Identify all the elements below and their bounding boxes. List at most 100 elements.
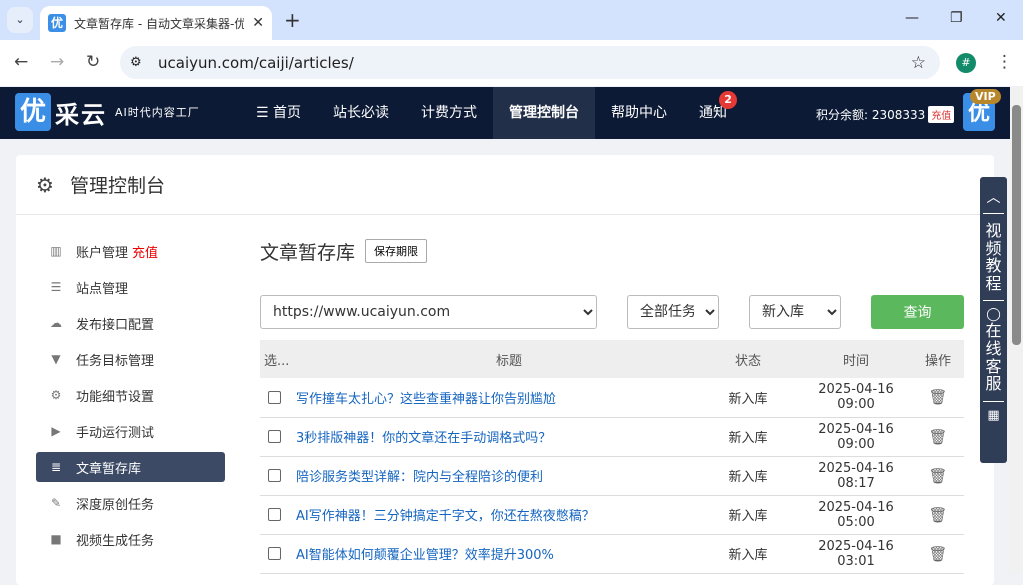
article-title-link[interactable]: 写作撞车太扎心？这些查重神器让你告别尴尬	[296, 392, 556, 407]
nav-console[interactable]: 管理控制台	[493, 87, 596, 139]
row-status: 新入库	[696, 495, 800, 535]
row-status: 新入库	[696, 456, 800, 496]
status-select[interactable]: 新入库	[749, 295, 841, 329]
article-title-link[interactable]: 3秒排版神器！你的文章还在手动调格式吗？	[296, 431, 551, 446]
trash-icon[interactable]: 🗑	[928, 388, 947, 406]
sidebar-item-original[interactable]: ✎ 深度原创任务	[36, 488, 225, 518]
trash-icon[interactable]: 🗑	[928, 545, 947, 563]
row-checkbox[interactable]	[268, 469, 281, 482]
col-select[interactable]: 选...	[260, 340, 296, 378]
row-checkbox[interactable]	[268, 547, 281, 560]
row-status: 新入库	[696, 534, 800, 574]
col-time: 时间	[800, 340, 912, 378]
browser-tab[interactable]: 优 文章暂存库 - 自动文章采集器-优 ✕	[40, 6, 272, 40]
row-time: 2025-04-16 05:00	[800, 495, 912, 535]
minimize-button[interactable]: —	[905, 10, 919, 26]
article-title-link[interactable]: AI智能体如何颠覆企业管理？效率提升300%	[296, 548, 554, 563]
table-row: 陪诊服务类型详解：院内与全程陪诊的便利 新入库 2025-04-16 08:17…	[260, 456, 964, 496]
sidebar-item-articles[interactable]: ≣ 文章暂存库	[36, 452, 225, 482]
scrollbar-thumb[interactable]	[1012, 105, 1021, 345]
balance: 积分余额: 2308333 充值	[816, 106, 955, 123]
sidebar-item-publish[interactable]: ☁ 发布接口配置	[36, 308, 225, 338]
scrollbar[interactable]	[1010, 87, 1023, 574]
logo-mark: 优	[15, 93, 51, 131]
play-circle-icon: ▶	[51, 424, 61, 438]
online-service-button[interactable]: ◯ 在线客服	[983, 300, 1004, 393]
forward-button[interactable]: →	[50, 52, 64, 72]
keep-period-button[interactable]: 保存期限	[365, 239, 428, 263]
nav-notify[interactable]: 通知 2	[683, 87, 743, 139]
table-row: AI写作神器！三分钟搞定千字文，你还在熬夜憋稿？ 新入库 2025-04-16 …	[260, 495, 964, 535]
row-checkbox[interactable]	[268, 508, 281, 521]
new-tab-button[interactable]: +	[284, 8, 301, 32]
address-bar-row: ← → ↻ ⚙ ucaiyun.com/caiji/articles/ ☆ # …	[0, 40, 1023, 86]
article-title-link[interactable]: AI写作神器！三分钟搞定千字文，你还在熬夜憋稿？	[296, 509, 595, 524]
close-tab-icon[interactable]: ✕	[252, 15, 264, 31]
row-status: 新入库	[696, 417, 800, 457]
server-icon: ☰	[50, 280, 62, 294]
reload-button[interactable]: ↻	[86, 52, 100, 72]
console-panel: ⚙ 管理控制台 ▥ 账户管理 充值 ☰ 站点管理 ☁ 发布接口配置 ▼ 任务目标管理 ⚙ 功能…	[16, 155, 994, 585]
query-button[interactable]: 查询	[871, 295, 964, 329]
tab-title: 文章暂存库 - 自动文章采集器-优	[74, 16, 245, 31]
chevron-up-icon[interactable]: ︿	[980, 177, 1007, 207]
nav-pricing[interactable]: 计费方式	[405, 87, 493, 139]
row-checkbox[interactable]	[268, 390, 281, 404]
favicon: 优	[48, 14, 66, 32]
cloud-upload-icon: ☁	[50, 316, 62, 330]
nav-must-read[interactable]: 站长必读	[317, 87, 405, 139]
browser-tab-bar: ⌄ 优 文章暂存库 - 自动文章采集器-优 ✕ + — ❐ ✕	[0, 0, 1023, 40]
floating-toolbar: ︿ 视频教程 ◯ 在线客服 ▦	[980, 177, 1007, 463]
row-time: 2025-04-16 09:00	[800, 378, 912, 418]
bar-chart-icon: ▥	[50, 244, 62, 258]
article-title-link[interactable]: 陪诊服务类型详解：院内与全程陪诊的便利	[296, 470, 543, 485]
trash-icon[interactable]: 🗑	[928, 428, 947, 446]
close-window-button[interactable]: ✕	[995, 10, 1007, 26]
gear-icon: ⚙	[36, 172, 54, 197]
logo-name: 采云	[55, 100, 107, 129]
recharge-link[interactable]: 充值	[132, 242, 158, 261]
maximize-button[interactable]: ❐	[950, 10, 963, 26]
site-select[interactable]: https://www.ucaiyun.com	[260, 295, 597, 329]
sidebar-item-test[interactable]: ▶ 手动运行测试	[36, 416, 225, 446]
site-header: 优 采云 AI时代内容工厂 ☰ 首页 站长必读 计费方式 管理控制台 帮助中心 …	[0, 87, 1010, 139]
vip-badge: VIP	[970, 89, 1001, 104]
trash-icon[interactable]: 🗑	[928, 467, 947, 485]
row-time: 2025-04-16 03:01	[800, 534, 912, 574]
articles-table: 选... 标题 状态 时间 操作 写作撞车太扎心？这些查重神器让你告别尴尬 新入…	[260, 340, 964, 574]
row-time: 2025-04-16 09:00	[800, 417, 912, 457]
col-action: 操作	[912, 340, 964, 378]
database-icon: ≣	[50, 460, 62, 474]
sidebar: ▥ 账户管理 充值 ☰ 站点管理 ☁ 发布接口配置 ▼ 任务目标管理 ⚙ 功能细节设置 ▶ 手…	[36, 236, 225, 560]
row-checkbox[interactable]	[268, 430, 281, 443]
video-icon: ■	[50, 532, 62, 546]
table-row: 写作撞车太扎心？这些查重神器让你告别尴尬 新入库 2025-04-16 09:0…	[260, 378, 964, 418]
bookmark-star-icon[interactable]: ☆	[911, 53, 926, 73]
qrcode-icon[interactable]: ▦	[983, 400, 1004, 423]
nav-home[interactable]: ☰ 首页	[240, 87, 317, 139]
slogan: AI时代内容工厂	[115, 106, 200, 119]
sidebar-item-video[interactable]: ■ 视频生成任务	[36, 524, 225, 554]
nav-help[interactable]: 帮助中心	[595, 87, 683, 139]
row-status: 新入库	[696, 378, 800, 418]
url-input[interactable]: ⚙ ucaiyun.com/caiji/articles/ ☆	[120, 46, 940, 79]
recharge-button[interactable]: 充值	[928, 106, 955, 123]
profile-avatar[interactable]: #	[956, 53, 976, 73]
url-text: ucaiyun.com/caiji/articles/	[158, 53, 354, 72]
menu-icon[interactable]: ⋮	[996, 52, 1013, 72]
video-tutorial-button[interactable]: 视频教程	[983, 213, 1004, 292]
edit-icon: ✎	[50, 496, 62, 510]
back-button[interactable]: ←	[14, 52, 28, 72]
task-select[interactable]: 全部任务	[627, 295, 719, 329]
sidebar-item-account[interactable]: ▥ 账户管理 充值	[36, 236, 225, 266]
table-row: 3秒排版神器！你的文章还在手动调格式吗？ 新入库 2025-04-16 09:0…	[260, 417, 964, 457]
chat-icon: ◯	[986, 307, 1001, 323]
tab-search-button[interactable]: ⌄	[7, 7, 33, 33]
trash-icon[interactable]: 🗑	[928, 506, 947, 524]
page-title: 管理控制台	[69, 175, 165, 197]
sidebar-item-settings[interactable]: ⚙ 功能细节设置	[36, 380, 225, 410]
site-settings-icon[interactable]: ⚙	[130, 55, 142, 70]
site-logo[interactable]: 优 采云 AI时代内容工厂	[15, 93, 200, 131]
sidebar-item-tasks[interactable]: ▼ 任务目标管理	[36, 344, 225, 374]
sidebar-item-sites[interactable]: ☰ 站点管理	[36, 272, 225, 302]
